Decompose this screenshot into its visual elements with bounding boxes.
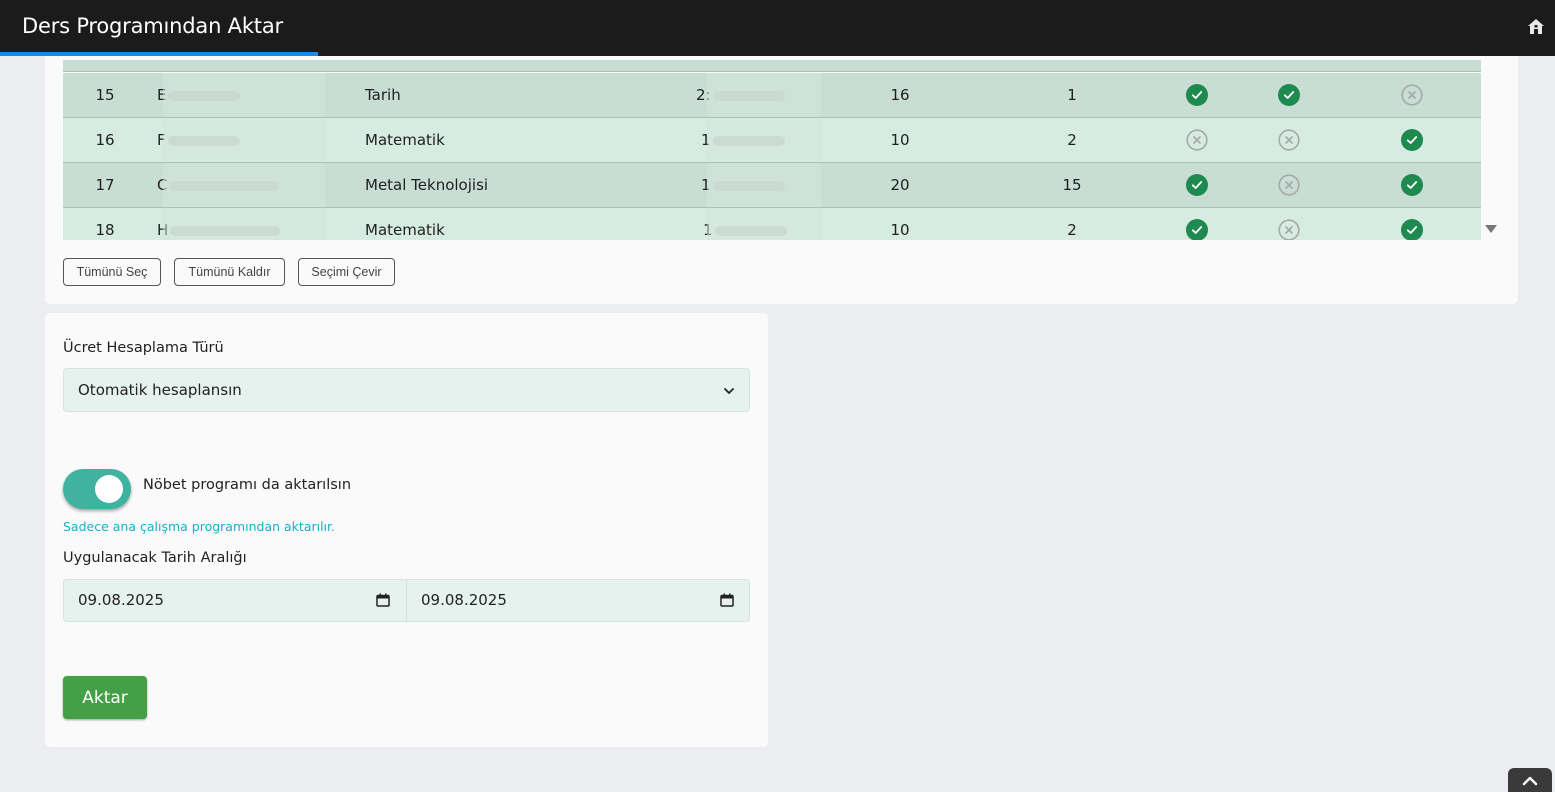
- app-header: Ders Programından Aktar: [0, 0, 1555, 56]
- x-circle-icon[interactable]: [1401, 84, 1423, 106]
- duty-program-toggle[interactable]: [63, 469, 131, 509]
- table-row[interactable]: 18 H Matematik 1 10 2: [63, 208, 1481, 240]
- duty-program-toggle-label: Nöbet programı da aktarılsın: [143, 477, 352, 493]
- scroll-to-top-button[interactable]: [1508, 768, 1552, 792]
- lesson-hours: 10: [890, 131, 910, 149]
- check-circle-icon[interactable]: [1186, 84, 1208, 106]
- redaction-mask: [163, 73, 325, 117]
- chevron-up-icon: [1522, 776, 1538, 786]
- teachers-table[interactable]: 15 E Tarih 2: 16 1 16 F Matematik 1 10 2: [63, 60, 1481, 240]
- fee-type-label: Ücret Hesaplama Türü: [63, 340, 224, 356]
- branch: Matematik: [365, 131, 445, 149]
- redaction-mask: [707, 163, 821, 207]
- check-circle-icon[interactable]: [1401, 174, 1423, 196]
- start-date-value: 09.08.2025: [78, 591, 164, 609]
- end-date-value: 09.08.2025: [421, 591, 507, 609]
- teachers-card: 15 E Tarih 2: 16 1 16 F Matematik 1 10 2: [45, 56, 1518, 304]
- x-circle-icon[interactable]: [1278, 174, 1300, 196]
- x-circle-icon[interactable]: [1278, 129, 1300, 151]
- redaction-mask: [163, 118, 325, 162]
- home-icon[interactable]: [1527, 18, 1545, 36]
- count: 1: [1067, 86, 1077, 104]
- check-circle-icon[interactable]: [1401, 219, 1423, 240]
- fee-type-value: Otomatik hesaplansın: [78, 381, 242, 399]
- check-circle-icon[interactable]: [1186, 219, 1208, 240]
- lesson-hours: 20: [890, 176, 910, 194]
- calendar-icon[interactable]: [720, 593, 734, 607]
- check-circle-icon[interactable]: [1278, 84, 1300, 106]
- scroll-down-arrow-icon[interactable]: [1485, 224, 1497, 234]
- check-circle-icon[interactable]: [1401, 129, 1423, 151]
- row-number: 15: [95, 86, 115, 104]
- start-date-input[interactable]: 09.08.2025: [64, 580, 407, 621]
- table-row-partial: [63, 60, 1481, 72]
- branch: Metal Teknolojisi: [365, 176, 489, 194]
- row-number: 17: [95, 176, 115, 194]
- fee-type-select[interactable]: Otomatik hesaplansın: [63, 368, 750, 412]
- clear-all-button[interactable]: Tümünü Kaldır: [174, 258, 285, 286]
- redaction-mask: [163, 163, 325, 207]
- count: 2: [1067, 221, 1077, 239]
- import-submit-button[interactable]: Aktar: [63, 676, 147, 719]
- duty-program-hint: Sadece ana çalışma programından aktarılı…: [63, 519, 335, 534]
- branch: Tarih: [365, 86, 401, 104]
- redaction-mask: [707, 118, 821, 162]
- x-circle-icon[interactable]: [1186, 129, 1208, 151]
- end-date-input[interactable]: 09.08.2025: [407, 580, 750, 621]
- date-range-inputs: 09.08.2025 09.08.2025: [63, 579, 750, 622]
- count: 15: [1062, 176, 1082, 194]
- import-settings-card: Ücret Hesaplama Türü Otomatik hesaplansı…: [45, 313, 768, 747]
- table-row[interactable]: 17 C Metal Teknolojisi 1 20 15: [63, 163, 1481, 208]
- branch: Matematik: [365, 221, 445, 239]
- redaction-mask: [707, 73, 821, 117]
- chevron-down-icon: [724, 388, 734, 394]
- row-number: 16: [95, 131, 115, 149]
- select-all-button[interactable]: Tümünü Seç: [63, 258, 161, 286]
- toggle-knob: [95, 475, 123, 503]
- lesson-hours: 10: [890, 221, 910, 239]
- page-title: Ders Programından Aktar: [22, 14, 283, 38]
- x-circle-icon[interactable]: [1278, 219, 1300, 240]
- date-range-label: Uygulanacak Tarih Aralığı: [63, 550, 247, 566]
- redaction-mask: [707, 208, 821, 240]
- row-number: 18: [95, 221, 115, 239]
- table-row[interactable]: 16 F Matematik 1 10 2: [63, 118, 1481, 163]
- calendar-icon[interactable]: [376, 593, 390, 607]
- check-circle-icon[interactable]: [1186, 174, 1208, 196]
- table-row[interactable]: 15 E Tarih 2: 16 1: [63, 73, 1481, 118]
- lesson-hours: 16: [890, 86, 910, 104]
- count: 2: [1067, 131, 1077, 149]
- redaction-mask: [163, 208, 325, 240]
- invert-selection-button[interactable]: Seçimi Çevir: [298, 258, 395, 286]
